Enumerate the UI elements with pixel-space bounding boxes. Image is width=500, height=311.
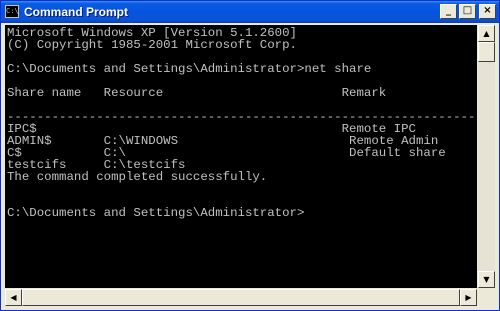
command-prompt-window: C:\ Command Prompt _ □ × Microsoft Windo… (0, 0, 500, 311)
horizontal-scrollbar[interactable]: ◀ ▶ (5, 289, 477, 306)
maximize-button[interactable]: □ (459, 4, 476, 19)
close-button[interactable]: × (479, 4, 496, 19)
scroll-left-button[interactable]: ◀ (5, 289, 22, 306)
console-output-area[interactable]: Microsoft Windows XP [Version 5.1.2600] … (5, 25, 477, 288)
title-bar[interactable]: C:\ Command Prompt _ □ × (1, 1, 499, 23)
scroll-right-button[interactable]: ▶ (460, 289, 477, 306)
scroll-down-button[interactable]: ▼ (478, 271, 495, 288)
scrollbar-corner (478, 289, 495, 306)
horizontal-scroll-thumb[interactable] (22, 289, 460, 306)
vertical-scrollbar[interactable]: ▲ ▼ (478, 25, 495, 288)
window-title: Command Prompt (24, 5, 129, 19)
minimize-button[interactable]: _ (440, 4, 457, 19)
cmd-icon[interactable]: C:\ (5, 5, 19, 18)
console-text: Microsoft Windows XP [Version 5.1.2600] … (7, 26, 477, 220)
scroll-up-button[interactable]: ▲ (478, 25, 495, 42)
vertical-scroll-thumb[interactable] (478, 42, 495, 62)
